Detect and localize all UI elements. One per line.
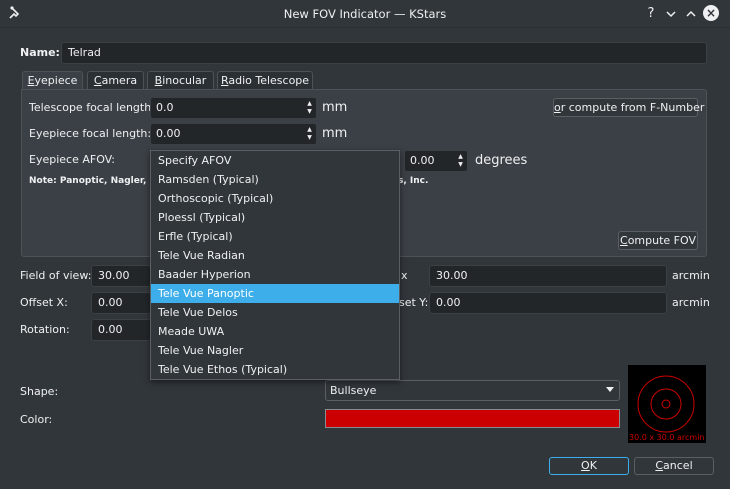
offset-y-unit: arcmin bbox=[672, 296, 710, 309]
ok-button[interactable]: OK bbox=[549, 457, 629, 475]
afov-option[interactable]: Erfle (Typical) bbox=[151, 227, 399, 246]
eyepiece-focal-length-unit: mm bbox=[322, 126, 348, 141]
afov-option[interactable]: Tele Vue Ethos (Typical) bbox=[151, 360, 399, 379]
spin-arrows-icon[interactable]: ▲ ▼ bbox=[305, 100, 314, 116]
tab-radio-telescope-label: adio Telescope bbox=[228, 74, 310, 87]
field-of-view-y-input[interactable]: 30.00 bbox=[429, 265, 667, 287]
fov-preview: 30.0 x 30.0 arcmin bbox=[628, 365, 706, 443]
afov-value: 0.00 bbox=[410, 154, 435, 167]
compute-from-fnumber-button[interactable]: or compute from F-Number bbox=[553, 98, 704, 117]
color-label: Color: bbox=[20, 413, 53, 426]
telescope-focal-length-unit: mm bbox=[322, 100, 348, 115]
tab-camera[interactable]: Camera bbox=[87, 71, 144, 89]
spin-arrows-icon[interactable]: ▲ ▼ bbox=[456, 153, 465, 169]
name-input[interactable]: Telrad bbox=[61, 42, 707, 64]
preview-caption: 30.0 x 30.0 arcmin bbox=[629, 433, 705, 442]
offset-y-input[interactable]: 0.00 bbox=[429, 292, 667, 314]
afov-unit: degrees bbox=[475, 153, 528, 168]
bullseye-icon bbox=[637, 375, 695, 433]
close-icon[interactable]: × bbox=[703, 5, 719, 21]
eyepiece-afov-label: Eyepiece AFOV: bbox=[29, 153, 115, 166]
tab-eyepiece-accel: E bbox=[27, 74, 35, 87]
afov-option[interactable]: Specify AFOV bbox=[151, 151, 399, 170]
telescope-focal-length-value: 0.0 bbox=[156, 101, 174, 114]
afov-option[interactable]: Ramsden (Typical) bbox=[151, 170, 399, 189]
tab-radio-telescope[interactable]: Radio Telescope bbox=[217, 71, 313, 89]
afov-option[interactable]: Tele Vue Nagler bbox=[151, 341, 399, 360]
eyepiece-focal-length-label: Eyepiece focal length: bbox=[29, 127, 152, 140]
tab-eyepiece-label: yepiece bbox=[34, 74, 78, 87]
field-of-view-label: Field of view: bbox=[20, 269, 92, 282]
chevron-down-icon bbox=[606, 387, 614, 392]
field-of-view-y-label: x bbox=[401, 269, 408, 282]
afov-spinbox[interactable]: 0.00 ▲ ▼ bbox=[404, 150, 468, 172]
eyepiece-focal-length-spinbox[interactable]: 0.00 ▲ ▼ bbox=[150, 123, 317, 145]
afov-option[interactable]: Baader Hyperion bbox=[151, 265, 399, 284]
field-of-view-input[interactable]: 30.00 bbox=[91, 265, 151, 287]
compute-fov-button[interactable]: Compute FOV bbox=[618, 231, 698, 250]
offset-x-label: Offset X: bbox=[20, 296, 68, 309]
cancel-button[interactable]: Cancel bbox=[634, 457, 714, 475]
name-label: Name: bbox=[20, 46, 60, 59]
afov-dropdown-menu[interactable]: Specify AFOV Ramsden (Typical) Orthoscop… bbox=[150, 150, 400, 380]
rotation-input[interactable]: 0.00 bbox=[91, 319, 151, 341]
window-title: New FOV Indicator — KStars bbox=[283, 7, 447, 21]
note-text-tail: s, Inc. bbox=[398, 176, 429, 186]
tab-binocular[interactable]: Binocular bbox=[147, 71, 214, 89]
tab-binocular-label: inocular bbox=[162, 74, 207, 87]
eyepiece-focal-length-value: 0.00 bbox=[156, 127, 181, 140]
spin-arrows-icon[interactable]: ▲ ▼ bbox=[305, 126, 314, 142]
shape-select-value: Bullseye bbox=[330, 384, 377, 397]
field-of-view-y-unit: arcmin bbox=[672, 269, 710, 282]
afov-option[interactable]: Tele Vue Radian bbox=[151, 246, 399, 265]
offset-y-label: set Y: bbox=[399, 296, 429, 309]
ok-label: K bbox=[589, 459, 597, 472]
afov-option[interactable]: Meade UWA bbox=[151, 322, 399, 341]
compute-fov-label: ompute FOV bbox=[627, 234, 696, 247]
note-text: Note: Panoptic, Nagler, Ra bbox=[29, 176, 163, 186]
compute-from-fnumber-label: r compute from F-Number bbox=[560, 101, 705, 114]
afov-option[interactable]: Tele Vue Delos bbox=[151, 303, 399, 322]
ok-accel: O bbox=[581, 459, 590, 472]
rotation-label: Rotation: bbox=[20, 323, 70, 336]
minimize-icon[interactable] bbox=[662, 5, 680, 23]
tab-camera-label: amera bbox=[101, 74, 138, 87]
tab-eyepiece[interactable]: Eyepiece bbox=[22, 71, 83, 89]
color-swatch-button[interactable] bbox=[325, 409, 620, 428]
tab-camera-accel: C bbox=[93, 74, 102, 87]
help-icon[interactable]: ? bbox=[642, 5, 660, 23]
maximize-icon[interactable] bbox=[682, 5, 700, 23]
cancel-label: ancel bbox=[663, 459, 693, 472]
compute-from-fnumber-accel: o bbox=[554, 101, 561, 114]
afov-option[interactable]: Orthoscopic (Typical) bbox=[151, 189, 399, 208]
telescope-focal-length-spinbox[interactable]: 0.0 ▲ ▼ bbox=[150, 97, 317, 119]
telescope-focal-length-label: Telescope focal length: bbox=[29, 101, 155, 114]
compute-fov-accel: C bbox=[620, 234, 628, 247]
afov-option[interactable]: Ploessl (Typical) bbox=[151, 208, 399, 227]
afov-option-selected[interactable]: Tele Vue Panoptic bbox=[151, 284, 399, 303]
shape-label: Shape: bbox=[20, 385, 59, 398]
cancel-accel: C bbox=[655, 459, 664, 472]
offset-x-input[interactable]: 0.00 bbox=[91, 292, 151, 314]
shape-select[interactable]: Bullseye bbox=[325, 380, 620, 401]
